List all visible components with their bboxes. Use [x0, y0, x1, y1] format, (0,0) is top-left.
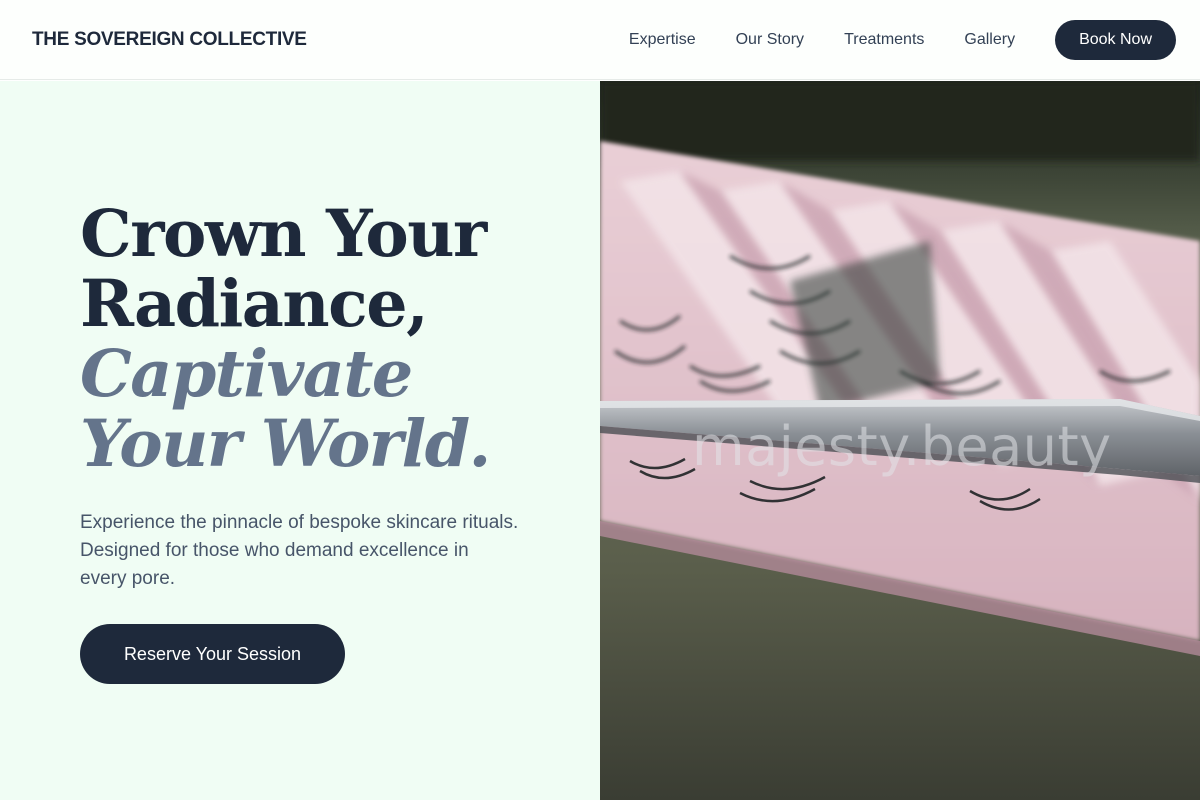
brand-logo[interactable]: THE SOVEREIGN COLLECTIVE: [32, 29, 307, 51]
headline-line-3: Captivate: [80, 336, 413, 412]
nav-link-gallery[interactable]: Gallery: [964, 31, 1015, 49]
hero-text-panel: Crown Your Radiance, Captivate Your Worl…: [0, 81, 600, 800]
nav-link-treatments[interactable]: Treatments: [844, 31, 924, 49]
hero-headline: Crown Your Radiance, Captivate Your Worl…: [80, 199, 580, 479]
nav-link-our-story[interactable]: Our Story: [736, 31, 804, 49]
nav-link-expertise[interactable]: Expertise: [629, 31, 696, 49]
hero-subtitle: Experience the pinnacle of bespoke skinc…: [80, 512, 519, 589]
headline-line-2: Radiance,: [80, 266, 429, 342]
headline-line-4: Your World.: [80, 406, 491, 482]
image-watermark: majesty.beauty: [692, 415, 1112, 478]
headline-line-1: Crown Your: [80, 196, 487, 272]
hero-image: majesty.beauty: [600, 81, 1200, 800]
reserve-session-button[interactable]: Reserve Your Session: [80, 624, 345, 684]
main-nav: Expertise Our Story Treatments Gallery B…: [629, 19, 1176, 60]
book-now-button[interactable]: Book Now: [1055, 19, 1176, 60]
site-header: THE SOVEREIGN COLLECTIVE Expertise Our S…: [0, 0, 1200, 80]
